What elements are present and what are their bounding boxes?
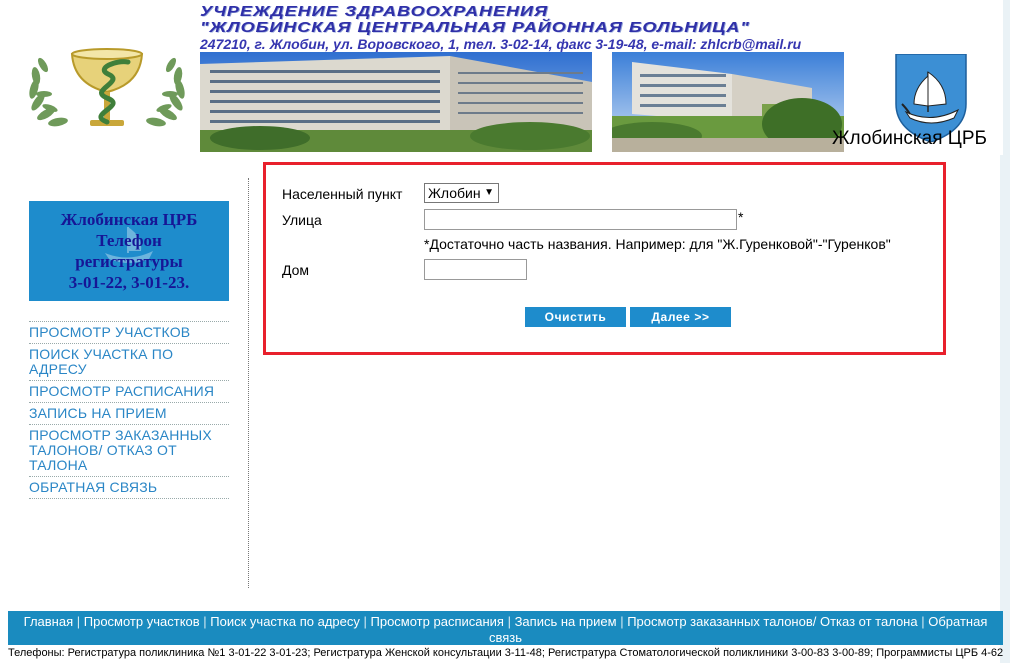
side-menu: ПРОСМОТР УЧАСТКОВ ПОИСК УЧАСТКА ПО АДРЕС… (29, 321, 229, 499)
menu-item-view-districts[interactable]: ПРОСМОТР УЧАСТКОВ (29, 322, 229, 344)
footer-navigation: Главная | Просмотр участков | Поиск учас… (8, 611, 1003, 645)
hospital-photo-secondary (612, 52, 844, 152)
column-divider (248, 178, 249, 588)
phone-banner-line4: 3-01-22, 3-01-23. (68, 273, 190, 292)
menu-item-view-schedule[interactable]: ПРОСМОТР РАСПИСАНИЯ (29, 381, 229, 403)
street-label: Улица (282, 212, 322, 228)
footer-link-view-tickets[interactable]: Просмотр заказанных талонов/ Отказ от та… (627, 614, 917, 629)
street-input[interactable] (424, 209, 737, 230)
phone-banner-line2: Телефон (96, 231, 162, 250)
site-header: УЧРЕЖДЕНИЕ ЗДРАВООХРАНЕНИЯ "ЖЛОБИНСКАЯ Ц… (0, 0, 1003, 155)
footer-phones: Телефоны: Регистратура поликлиника №1 3-… (8, 647, 1003, 659)
phone-banner-line1: Жлобинская ЦРБ (60, 210, 198, 229)
city-select[interactable]: Жлобин ▼ (424, 183, 499, 203)
city-label: Населенный пункт (282, 186, 403, 202)
street-hint: *Достаточно часть названия. Например: дл… (424, 236, 891, 252)
phone-banner-line3: регистратуры (75, 252, 183, 271)
clear-button[interactable]: Очистить (525, 307, 626, 327)
menu-item-appointment[interactable]: ЗАПИСЬ НА ПРИЕМ (29, 403, 229, 425)
footer-separator: | (507, 614, 515, 629)
footer-link-view-schedule[interactable]: Просмотр расписания (371, 614, 504, 629)
street-required-mark: * (738, 209, 744, 225)
house-input[interactable] (424, 259, 527, 280)
footer-separator: | (76, 614, 84, 629)
next-button[interactable]: Далее >> (630, 307, 731, 327)
header-title-line1: УЧРЕЖДЕНИЕ ЗДРАВООХРАНЕНИЯ (200, 3, 549, 19)
footer-link-view-districts[interactable]: Просмотр участков (84, 614, 200, 629)
footer-separator: | (363, 614, 371, 629)
city-select-value: Жлобин (428, 185, 481, 201)
address-search-form: Населенный пункт Жлобин ▼ Улица * *Доста… (263, 162, 946, 355)
menu-item-search-district[interactable]: ПОИСК УЧАСТКА ПО АДРЕСУ (29, 344, 229, 381)
chevron-down-icon: ▼ (484, 187, 494, 198)
header-title-line2: "ЖЛОБИНСКАЯ ЦЕНТРАЛЬНАЯ РАЙОННАЯ БОЛЬНИЦ… (200, 19, 750, 35)
site-brand: Жлобинская ЦРБ (832, 128, 987, 149)
house-label: Дом (282, 262, 310, 278)
bowl-of-hygieia-icon (29, 48, 185, 127)
footer-link-home[interactable]: Главная (24, 614, 73, 629)
menu-item-view-tickets[interactable]: ПРОСМОТР ЗАКАЗАННЫХ ТАЛОНОВ/ ОТКАЗ ОТ ТА… (29, 425, 229, 477)
footer-link-appointment[interactable]: Запись на прием (515, 614, 617, 629)
registry-phone-banner: Жлобинская ЦРБ Телефон регистратуры 3-01… (29, 201, 229, 301)
footer-link-search-district[interactable]: Поиск участка по адресу (210, 614, 360, 629)
hospital-photo-main (200, 52, 592, 152)
header-address: 247210, г. Жлобин, ул. Воровского, 1, те… (200, 36, 802, 52)
menu-item-feedback[interactable]: ОБРАТНАЯ СВЯЗЬ (29, 477, 229, 499)
